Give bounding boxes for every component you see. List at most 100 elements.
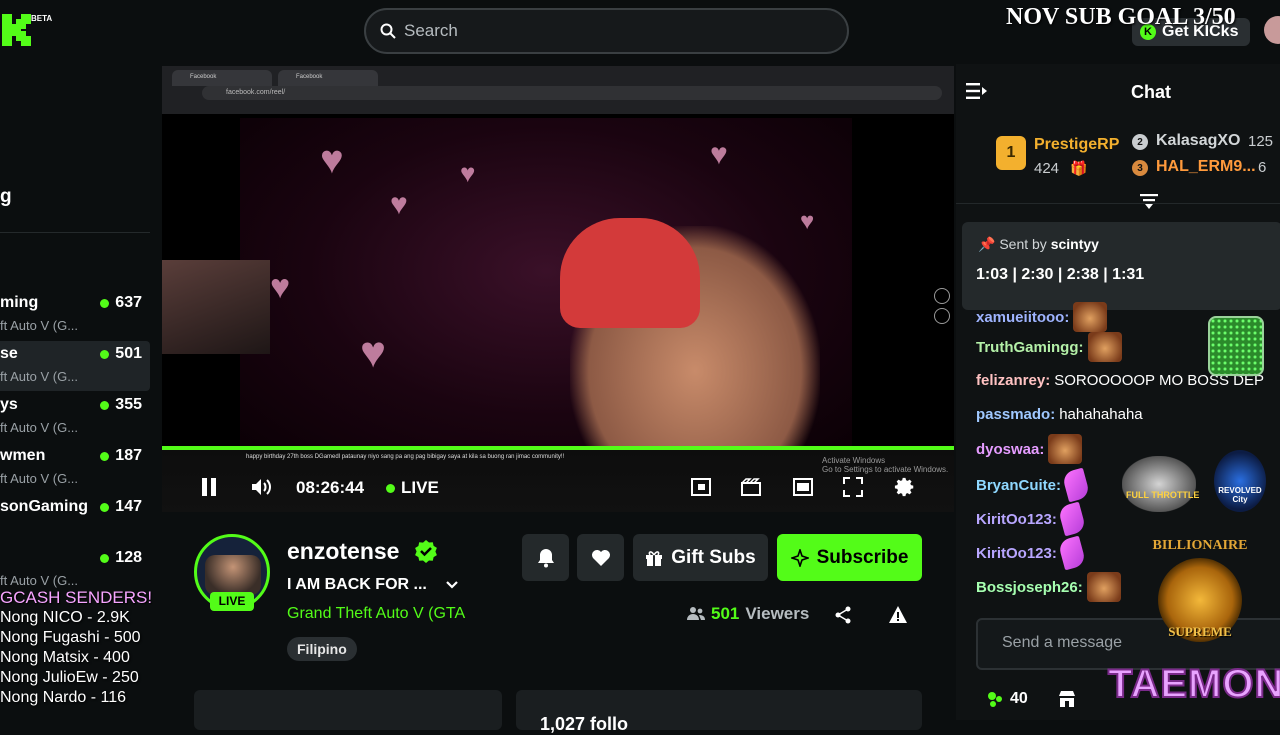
sidebar-channel-game: ft Auto V (G... (0, 318, 79, 333)
sidebar-section-title: g (0, 186, 12, 207)
chat-username[interactable]: TruthGamingg: (976, 339, 1084, 356)
sidebar-viewer-count: 187 (100, 447, 142, 465)
about-panel (194, 690, 502, 730)
sidebar-channel-game: ft Auto V (G... (0, 420, 79, 435)
volume-button[interactable] (248, 474, 274, 500)
gift-subs-label: Gift Subs (671, 546, 756, 568)
rank-3-medal-icon: 3 (1132, 160, 1148, 176)
chat-username[interactable]: BryanCuite: (976, 477, 1061, 494)
fullscreen-button[interactable] (840, 474, 866, 500)
sidebar-divider (0, 232, 150, 233)
viewers-icon (687, 607, 705, 620)
live-dot-icon (100, 298, 110, 308)
chat-username[interactable]: xamueiitooo: (976, 309, 1069, 326)
emote-icon (1061, 467, 1091, 503)
subscribe-button[interactable]: Subscribe (777, 534, 922, 581)
emote-icon (1087, 332, 1122, 362)
gcash-sender: Nong Matsix - 400 (0, 649, 130, 666)
pinned-message[interactable]: 📌 Sent by scintyy 1:03 | 2:30 | 2:38 | 1… (962, 222, 1280, 310)
third-gifter-name[interactable]: HAL_ERM9... (1156, 158, 1256, 176)
theater-mode-button[interactable] (790, 474, 816, 500)
browser-tab: Facebook (278, 70, 378, 86)
beta-badge: BETA (31, 14, 53, 23)
browser-url: facebook.com/reel/ (202, 86, 942, 100)
subscribe-label: Subscribe (816, 546, 909, 568)
gcash-sender: Nong NICO - 2.9K (0, 609, 130, 626)
scroll-down-icon (934, 308, 950, 324)
sparkle-icon (790, 548, 809, 567)
pinned-text: 1:03 | 2:30 | 2:38 | 1:31 (976, 266, 1145, 283)
sidebar-channel-name: wmen (0, 447, 46, 464)
sidebar-channel[interactable]: ming ft Auto V (G... 637 (0, 290, 150, 340)
full-throttle-logo: FULL THROTTLE (1122, 456, 1199, 512)
top-gifter-count: 424 (1034, 160, 1060, 177)
sidebar-channel[interactable]: wmen ft Auto V (G... 187 (0, 443, 150, 493)
chat-message: passmado: hahahahaha (976, 406, 1143, 423)
sidebar-channel[interactable]: sonGaming 147 (0, 494, 150, 544)
third-gifter-count: 6 (1258, 159, 1267, 176)
followers-text: 1,027 follo (540, 714, 629, 734)
theater-icon (793, 478, 813, 496)
gcash-sender: Nong Fugashi - 500 (0, 629, 141, 646)
kick-logo-icon[interactable] (2, 14, 32, 46)
second-gifter-count: 125 (1248, 133, 1274, 150)
chat-username[interactable]: dyoswaa: (976, 441, 1044, 458)
chat-message: dyoswaa: (976, 434, 1083, 464)
chevron-down-icon[interactable] (444, 576, 460, 592)
chat-username[interactable]: KiritOo123: (976, 545, 1057, 562)
heart-icon (591, 549, 610, 566)
scroll-up-icon (934, 288, 950, 304)
browser-tab: Facebook (172, 70, 272, 86)
channel-avatar-image (205, 555, 261, 595)
channel-name[interactable]: enzotense (287, 538, 399, 565)
live-dot-icon (100, 451, 110, 461)
game-category-link[interactable]: Grand Theft Auto V (GTA (287, 605, 469, 623)
search-input[interactable] (404, 21, 804, 41)
second-gifter-name[interactable]: KalasagXO (1156, 132, 1240, 150)
notification-button[interactable] (522, 534, 569, 581)
chat-username[interactable]: felizanrey: (976, 372, 1050, 389)
settings-button[interactable] (892, 474, 918, 500)
follow-button[interactable] (577, 534, 624, 581)
search-bar[interactable] (364, 8, 849, 54)
sub-goal-overlay: NOV SUB GOAL 3/50 (1006, 4, 1236, 30)
sidebar-channel[interactable]: ys ft Auto V (G... 355 (0, 392, 150, 442)
clip-button[interactable] (738, 474, 764, 500)
heart-icon: ♥ (360, 328, 387, 377)
video-player[interactable]: Facebook Facebook facebook.com/reel/ ♥ ♥… (162, 66, 954, 512)
sidebar-channel-game: ft Auto V (G... (0, 369, 79, 384)
sidebar-channel-active[interactable]: se ft Auto V (G... 501 (0, 341, 150, 391)
live-indicator: LIVE (386, 478, 439, 498)
channel-points[interactable]: 40 (986, 690, 1028, 708)
emote-icon (1048, 434, 1083, 464)
emote-icon (1086, 572, 1121, 602)
chat-message: KiritOo123: (976, 501, 1087, 537)
top-gifter-name[interactable]: PrestigeRP (1034, 136, 1119, 154)
gift-jar-overlay (1208, 316, 1264, 376)
stream-title: I AM BACK FOR ... (287, 576, 427, 593)
gcash-senders-overlay: GCASH SENDERS! Nong NICO - 2.9K Nong Fug… (0, 588, 170, 708)
revolved-city-logo: REVOLVED City (1214, 450, 1266, 512)
chat-username[interactable]: passmado: (976, 406, 1055, 423)
report-warning-icon[interactable] (888, 605, 908, 625)
captured-caption: happy birthday 27th boss DGamedl patauna… (246, 454, 565, 460)
sidebar-viewer-count: 637 (100, 294, 142, 312)
heart-icon: ♥ (270, 268, 291, 306)
miniplayer-icon (691, 478, 711, 496)
store-icon[interactable] (1058, 690, 1076, 708)
pause-button[interactable] (196, 474, 222, 500)
heart-icon: ♥ (710, 138, 728, 171)
sidebar-channel-name: se (0, 345, 18, 362)
chat-username[interactable]: Bossjoseph26: (976, 579, 1083, 596)
sidebar-viewer-count: 355 (100, 396, 142, 414)
miniplayer-button[interactable] (688, 474, 714, 500)
user-avatar[interactable] (1264, 16, 1280, 44)
language-tag[interactable]: Filipino (287, 637, 357, 661)
share-icon[interactable] (834, 606, 852, 624)
gift-subs-button[interactable]: Gift Subs (633, 534, 768, 581)
chat-username[interactable]: KiritOo123: (976, 511, 1057, 528)
sidebar-channel-game: ft Auto V (G... (0, 573, 79, 588)
pinned-sender: 📌 Sent by scintyy (978, 236, 1099, 252)
rank-1-medal-icon: 1 (996, 136, 1026, 170)
pinned-collapse-icon[interactable] (1140, 194, 1158, 210)
